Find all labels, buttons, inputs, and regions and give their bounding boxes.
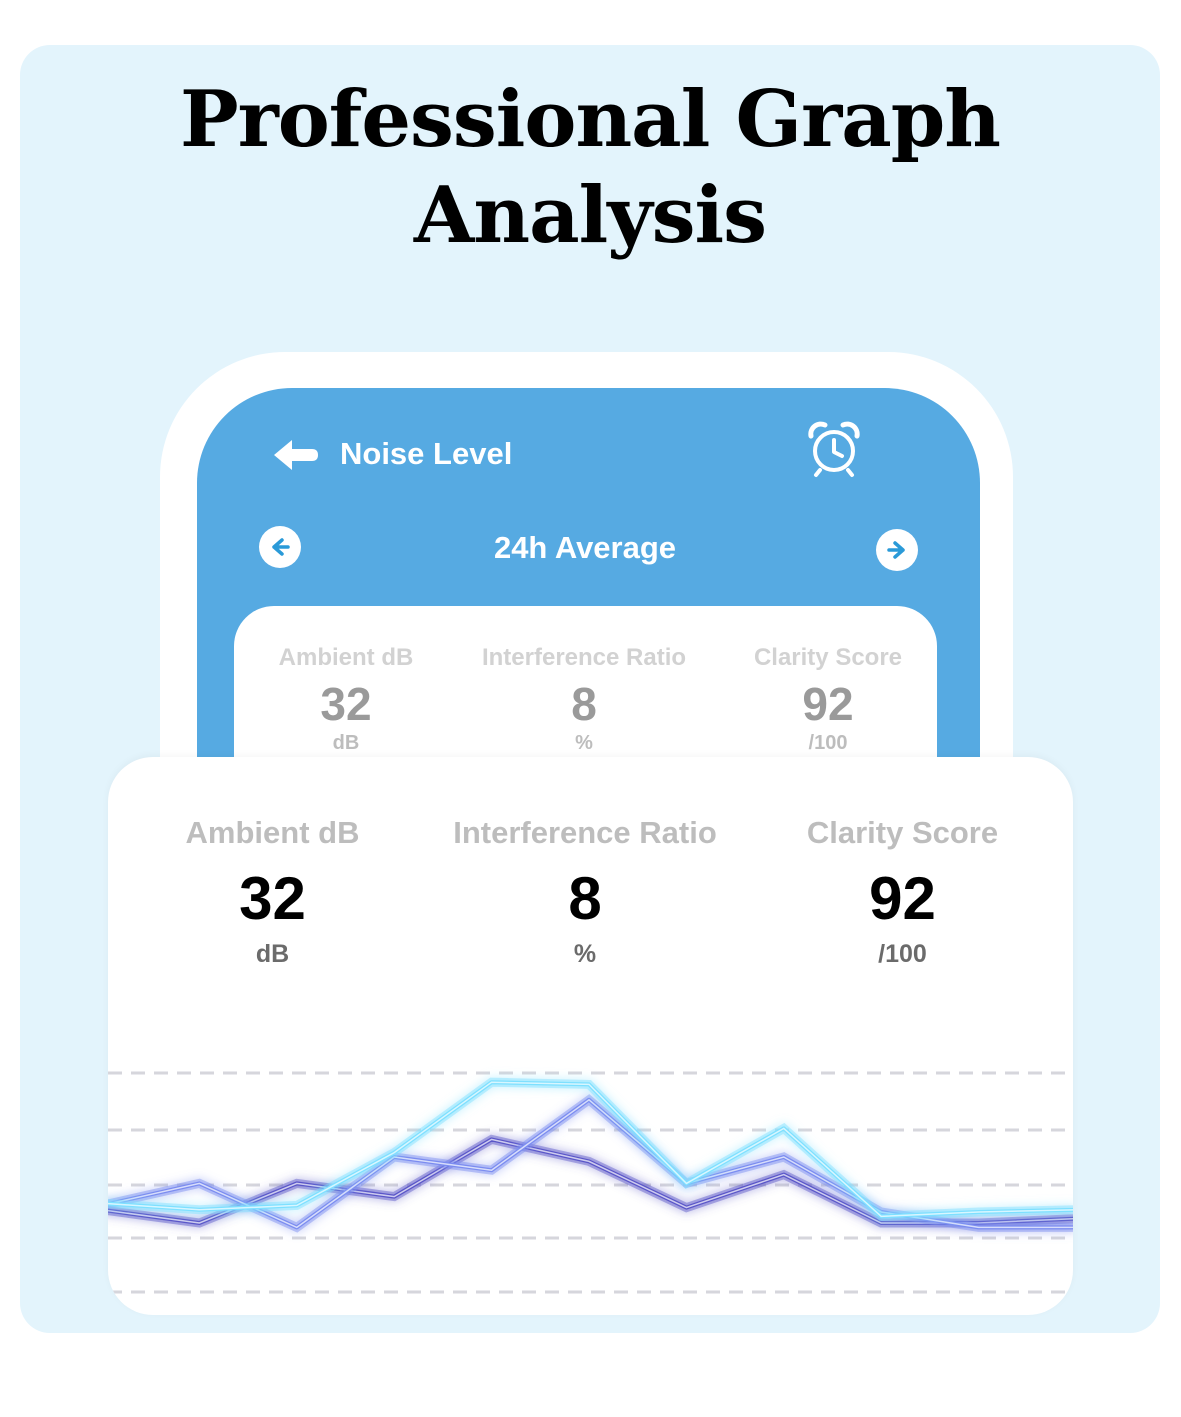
mini-stat-unit: dB [332,732,360,754]
promo-title: Professional Graph Analysis [20,72,1160,264]
mini-stat-label: Clarity Score [753,644,903,671]
mini-stat-label: Ambient dB [278,644,414,671]
noise-line-chart [108,1071,1073,1294]
alarm-clock-icon[interactable] [805,420,863,478]
previous-period-button[interactable] [259,526,301,568]
mini-stat-clarity: Clarity Score 92 /100 [728,644,928,754]
arrow-left-circle-icon [272,538,290,556]
mini-stat-unit: % [575,732,593,754]
arrow-left-icon[interactable] [272,437,320,473]
mini-stat-value: 8 [571,678,597,730]
mini-stat-ambient: Ambient dB 32 dB [246,644,446,754]
next-period-button[interactable] [876,529,918,571]
mini-stat-value: 92 [802,678,854,730]
period-label: 24h Average [493,530,677,565]
screen-title: Noise Level [340,436,513,471]
mini-stat-label: Interference Ratio [481,644,687,671]
mini-stat-value: 32 [320,678,372,730]
mini-stat-unit: /100 [808,732,848,754]
promo-title-line2: Analysis [413,170,767,261]
promo-title-line1: Professional Graph [180,74,1001,165]
mini-stat-interference: Interference Ratio 8 % [459,644,709,754]
arrow-right-circle-icon [887,541,905,559]
stats-chart-card: Ambient dB 32 dB Interference Ratio 8 % … [108,757,1073,1315]
